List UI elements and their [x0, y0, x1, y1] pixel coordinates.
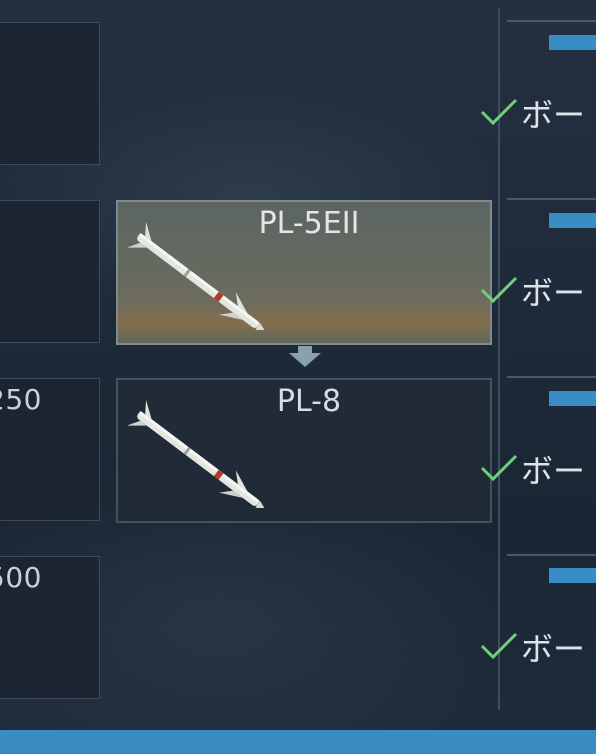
right-row-2-label[interactable]: ボー	[521, 268, 585, 314]
checkmark-icon	[480, 98, 518, 126]
right-row-4-indicator	[549, 568, 596, 583]
right-row-3-border	[507, 376, 596, 378]
right-row-2-indicator	[549, 213, 596, 228]
checkmark-icon	[480, 276, 518, 304]
right-row-1-border	[507, 20, 596, 22]
left-row-3[interactable]: 250	[0, 378, 100, 521]
arrow-down-icon	[289, 346, 321, 367]
right-row-4-label[interactable]: ボー	[521, 624, 585, 670]
left-row-1[interactable]	[0, 22, 100, 165]
right-row-1-label[interactable]: ボー	[521, 90, 585, 136]
right-row-3-indicator	[549, 391, 596, 406]
checkmark-icon	[480, 632, 518, 660]
missile-icon	[128, 222, 264, 330]
left-row-4-value: 500	[0, 561, 42, 594]
left-row-4[interactable]: 500	[0, 556, 100, 699]
right-row-3-label[interactable]: ボー	[521, 446, 585, 492]
weapon-card-selected[interactable]: PL-5EII	[116, 200, 492, 345]
right-row-2-border	[507, 198, 596, 200]
checkmark-icon	[480, 454, 518, 482]
right-row-4-border	[507, 554, 596, 556]
bottom-accent-bar	[0, 730, 596, 754]
right-row-1-indicator	[549, 35, 596, 50]
missile-icon	[128, 400, 264, 508]
weapon-card-next[interactable]: PL-8	[116, 378, 492, 523]
left-row-2[interactable]	[0, 200, 100, 343]
left-row-3-value: 250	[0, 383, 42, 416]
